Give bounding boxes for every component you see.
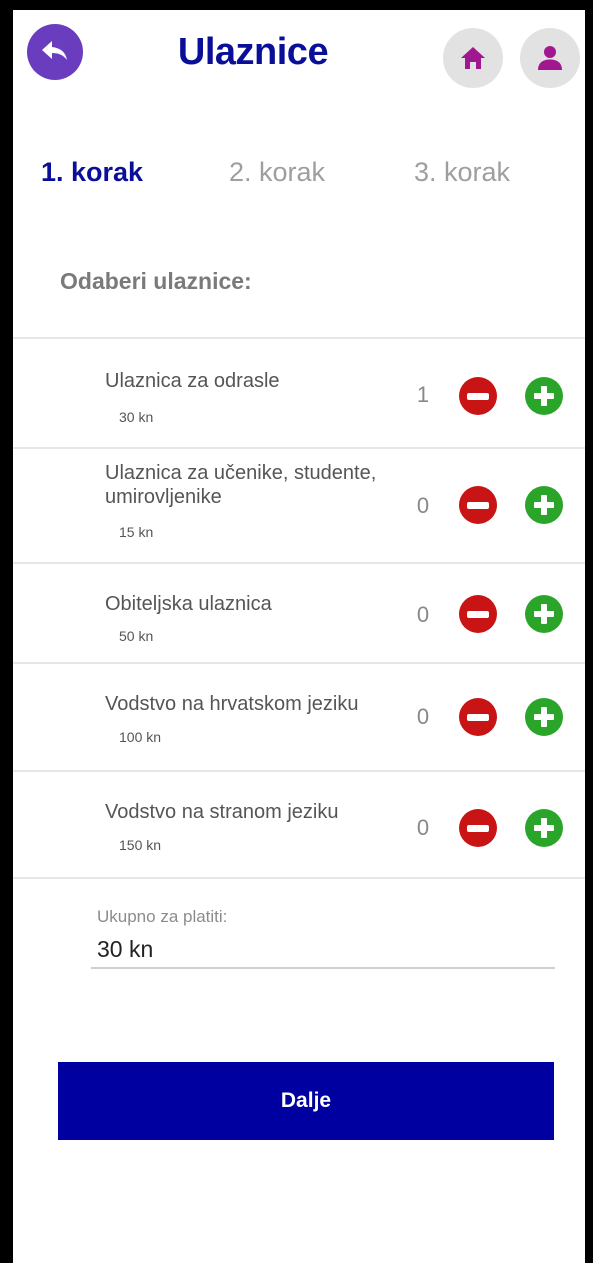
increase-button[interactable]: [525, 809, 563, 847]
increase-button[interactable]: [525, 595, 563, 633]
user-icon: [538, 46, 562, 70]
step-2[interactable]: 2. korak: [229, 152, 325, 192]
profile-button[interactable]: [520, 28, 580, 88]
step-indicator: 1. korak 2. korak 3. korak: [13, 152, 585, 192]
increase-button[interactable]: [525, 698, 563, 736]
step-3[interactable]: 3. korak: [414, 152, 510, 192]
page-title: Ulaznice: [177, 31, 329, 73]
decrease-button[interactable]: [459, 595, 497, 633]
minus-circle-icon: [467, 392, 489, 400]
plus-circle-icon: [534, 818, 554, 838]
plus-circle-icon: [534, 495, 554, 515]
ticket-row: Vodstvo na stranom jeziku 150 kn 0: [13, 770, 585, 877]
increase-button[interactable]: [525, 377, 563, 415]
ticket-quantity: 0: [416, 704, 430, 729]
next-button[interactable]: Dalje: [58, 1062, 554, 1140]
decrease-button[interactable]: [459, 698, 497, 736]
plus-circle-icon: [534, 386, 554, 406]
ticket-name: Obiteljska ulaznica: [105, 593, 272, 615]
ticket-row: Vodstvo na hrvatskom jeziku 100 kn 0: [13, 662, 585, 770]
total-value: 30 kn: [97, 936, 154, 962]
minus-circle-icon: [467, 610, 489, 618]
back-arrow-icon: [42, 41, 67, 60]
total-label: Ukupno za platiti:: [97, 907, 228, 926]
ticket-quantity: 0: [416, 815, 430, 840]
increase-button[interactable]: [525, 486, 563, 524]
home-button[interactable]: [443, 28, 503, 88]
ticket-price: 100 kn: [119, 729, 162, 745]
step-1[interactable]: 1. korak: [41, 152, 143, 192]
ticket-quantity: 1: [416, 382, 430, 407]
section-title: Odaberi ulaznice:: [60, 268, 252, 294]
list-divider: [13, 877, 585, 879]
ticket-price: 30 kn: [119, 409, 154, 425]
decrease-button[interactable]: [459, 809, 497, 847]
back-button[interactable]: [27, 24, 83, 80]
ticket-price: 15 kn: [119, 524, 154, 540]
minus-circle-icon: [467, 824, 489, 832]
ticket-price: 150 kn: [119, 837, 162, 853]
ticket-row: Ulaznica za odrasle 30 kn 1: [13, 337, 585, 447]
ticket-quantity: 0: [416, 493, 430, 518]
ticket-name: Ulaznica za odrasle: [105, 370, 280, 392]
ticket-quantity: 0: [416, 602, 430, 627]
plus-circle-icon: [534, 707, 554, 727]
ticket-screen: Ulaznice 1. korak 2. korak 3. korak Odab…: [13, 10, 585, 1263]
minus-circle-icon: [467, 501, 489, 509]
plus-circle-icon: [534, 604, 554, 624]
decrease-button[interactable]: [459, 377, 497, 415]
ticket-name: Vodstvo na hrvatskom jeziku: [105, 693, 359, 715]
ticket-row: Ulaznica za učenike, studente, umirovlje…: [13, 447, 585, 562]
total-underline: [91, 967, 555, 969]
ticket-name: Vodstvo na stranom jeziku: [105, 801, 339, 823]
ticket-row: Obiteljska ulaznica 50 kn 0: [13, 562, 585, 662]
ticket-price: 50 kn: [119, 628, 154, 644]
ticket-list: Ulaznica za odrasle 30 kn 1 Ulaznica za …: [13, 337, 585, 877]
ticket-name: Ulaznica za učenike, studente, umirovlje…: [105, 462, 377, 508]
minus-circle-icon: [467, 713, 489, 721]
decrease-button[interactable]: [459, 486, 497, 524]
home-icon: [461, 47, 485, 69]
